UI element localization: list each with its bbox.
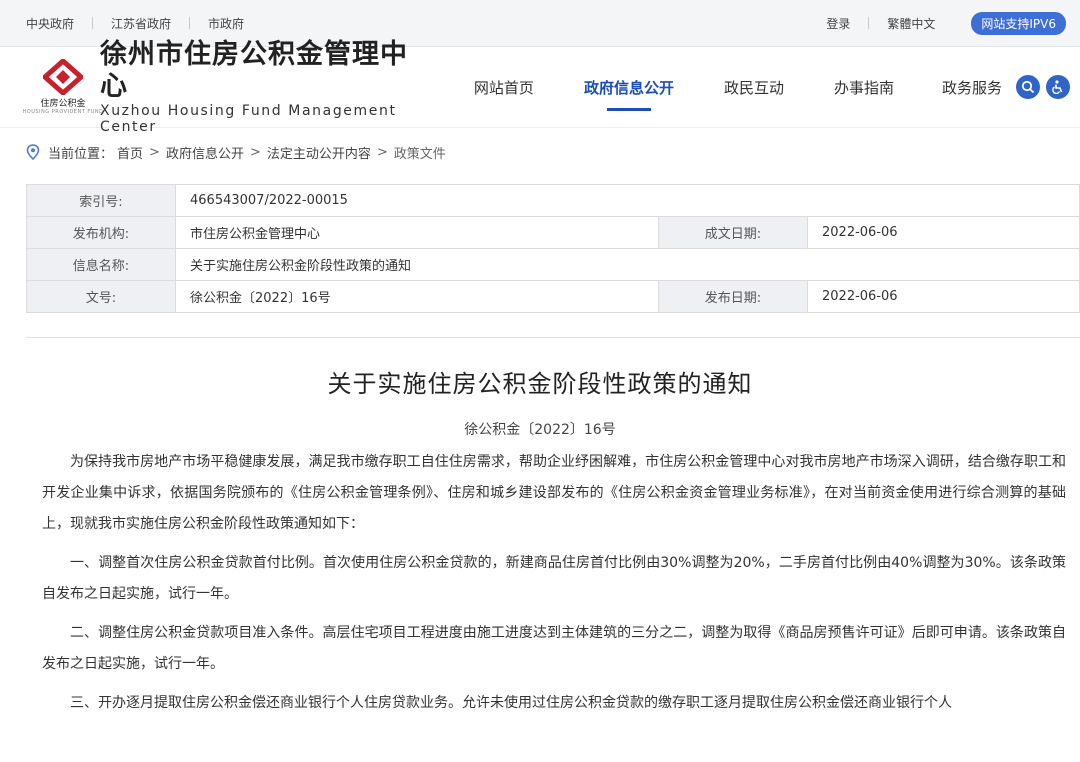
article-paragraph: 三、开办逐月提取住房公积金偿还商业银行个人住房贷款业务。允许未使用过住房公积金贷… [70,695,952,711]
link-province-gov[interactable]: 江苏省政府 [111,15,171,32]
logo-english-name: Xuzhou Housing Fund Management Center [100,103,397,135]
divider [189,17,191,29]
link-city-gov[interactable]: 市政府 [208,15,244,32]
divider [92,17,94,29]
top-links: 中央政府 江苏省政府 市政府 [26,15,244,32]
article-body: 为保持我市房地产市场平稳健康发展，满足我市缴存职工自住住房需求，帮助企业纾困解难… [0,447,1080,719]
breadcrumb-separator: > [249,144,261,160]
nav-service-guide[interactable]: 办事指南 [834,47,894,127]
nav-home[interactable]: 网站首页 [474,47,534,127]
site-header: 住房公积金 HOUSING PROVIDENT FUND 徐州市住房公积金管理中… [0,39,1080,135]
breadcrumb: 当前位置： 首页 > 政府信息公开 > 法定主动公开内容 > 政策文件 [0,132,1080,172]
article-doc-number: 徐公积金〔2022〕16号 [464,422,616,438]
nav-gov-services[interactable]: 政务服务 [942,47,1002,127]
breadcrumb-separator: > [149,144,160,160]
site-logo[interactable]: 住房公积金 HOUSING PROVIDENT FUND 徐州市住房公积金管理中… [23,39,424,135]
divider [868,17,870,29]
created-date-label: 成文日期: [658,216,808,249]
link-central-gov[interactable]: 中央政府 [26,15,74,32]
breadcrumb-statutory[interactable]: 法定主动公开内容 [267,143,371,162]
org-label: 发布机构: [26,216,176,249]
logo-text: 徐州市住房公积金管理中心 Xuzhou Housing Fund Managem… [100,39,424,135]
info-name-label: 信息名称: [26,248,176,281]
article-paragraph: 一、调整首次住房公积金贷款首付比例。首次使用住房公积金贷款的，新建商品住房首付比… [42,555,1066,602]
info-name-value: 关于实施住房公积金阶段性政策的通知 [175,248,1080,281]
publish-date-label: 发布日期: [658,280,808,313]
index-value: 466543007/2022-00015 [175,184,1080,217]
traditional-chinese-link[interactable]: 繁體中文 [887,15,935,32]
nav-icons [1010,75,1070,99]
org-value: 市住房公积金管理中心 [175,216,659,249]
main-nav: 网站首页 政府信息公开 政民互动 办事指南 政务服务 [424,47,1070,127]
breadcrumb-gov-info[interactable]: 政府信息公开 [166,143,244,162]
doc-number-value: 徐公积金〔2022〕16号 [175,280,659,313]
search-icon[interactable] [1016,75,1040,99]
top-right-tools: 登录 繁體中文 网站支持IPV6 [826,11,1066,35]
content-divider [26,337,1080,338]
article-title: 关于实施住房公积金阶段性政策的通知 [327,370,753,398]
location-pin-icon [26,144,40,160]
table-row: 发布机构: 市住房公积金管理中心 成文日期: 2022-06-06 [26,216,1080,249]
publish-date-value: 2022-06-06 [807,280,1080,313]
logo-tiny-text: HOUSING PROVIDENT FUND [22,109,104,115]
nav-interaction[interactable]: 政民互动 [724,47,784,127]
logo-chinese-name: 徐州市住房公积金管理中心 [100,39,408,102]
breadcrumb-label: 当前位置： [48,146,114,162]
ipv6-badge[interactable]: 网站支持IPV6 [971,11,1066,35]
table-row: 信息名称: 关于实施住房公积金阶段性政策的通知 [26,248,1080,281]
breadcrumb-separator: > [376,144,388,160]
article-paragraph: 二、调整住房公积金贷款项目准入条件。高层住宅项目工程进度由施工进度达到主体建筑的… [42,625,1066,672]
accessibility-icon[interactable] [1046,75,1070,99]
logo-emblem: 住房公积金 HOUSING PROVIDENT FUND [23,59,103,115]
nav-gov-info-disclosure[interactable]: 政府信息公开 [584,47,674,127]
created-date-value: 2022-06-06 [807,216,1080,249]
table-row: 文号: 徐公积金〔2022〕16号 发布日期: 2022-06-06 [26,280,1080,313]
doc-number-label: 文号: [26,280,176,313]
housing-fund-logo-icon [43,59,83,95]
index-label: 索引号: [26,184,176,217]
logo-sub-text: 住房公积金 [40,99,86,109]
table-row: 索引号: 466543007/2022-00015 [26,184,1080,217]
breadcrumb-current[interactable]: 政策文件 [394,143,446,162]
article-paragraph: 为保持我市房地产市场平稳健康发展，满足我市缴存职工自住住房需求，帮助企业纾困解难… [42,454,1066,532]
breadcrumb-home[interactable]: 首页 [117,143,143,162]
login-link[interactable]: 登录 [826,15,850,32]
document-info-table: 索引号: 466543007/2022-00015 发布机构: 市住房公积金管理… [26,184,1080,313]
